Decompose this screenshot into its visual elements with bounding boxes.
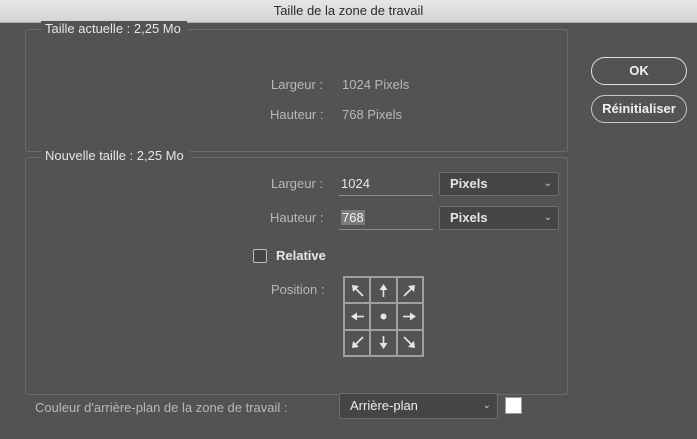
anchor-top-right[interactable]: [396, 277, 423, 304]
anchor-grid[interactable]: [343, 276, 424, 357]
anchor-right[interactable]: [396, 303, 423, 330]
height-unit-value: Pixels: [450, 210, 488, 225]
arrow-right-icon: [403, 312, 417, 321]
arrow-left-icon: [350, 312, 364, 321]
anchor-bottom-right[interactable]: [396, 329, 423, 356]
current-height-label: Hauteur :: [270, 107, 324, 122]
arrow-down-left-icon: [351, 336, 364, 349]
reset-button[interactable]: Réinitialiser: [591, 95, 687, 123]
arrow-up-right-icon: [403, 284, 416, 297]
background-select[interactable]: Arrière-plan ⌄: [339, 393, 498, 419]
anchor-left[interactable]: [344, 303, 371, 330]
height-input-value: 768: [341, 210, 365, 225]
chevron-down-icon: ⌄: [543, 178, 552, 189]
background-color-swatch[interactable]: [505, 397, 522, 414]
chevron-down-icon: ⌄: [543, 212, 552, 223]
anchor-center-dot-icon: [380, 313, 387, 320]
chevron-down-icon: ⌄: [482, 400, 491, 411]
width-unit-value: Pixels: [450, 176, 488, 191]
dialog-body: Taille actuelle : 2,25 Mo Largeur : 1024…: [0, 21, 697, 439]
new-width-label: Largeur :: [271, 176, 324, 191]
background-select-value: Arrière-plan: [350, 398, 418, 413]
current-size-legend: Taille actuelle : 2,25 Mo: [41, 21, 187, 37]
width-unit-select[interactable]: Pixels ⌄: [439, 172, 559, 196]
arrow-down-icon: [379, 336, 388, 350]
width-input-value: 1024: [341, 176, 370, 191]
height-input[interactable]: 768: [339, 206, 433, 230]
anchor-top-left[interactable]: [344, 277, 371, 304]
current-width-label: Largeur :: [271, 77, 324, 92]
new-height-label: Hauteur :: [270, 210, 324, 225]
position-label: Position :: [271, 282, 325, 297]
anchor-top[interactable]: [370, 277, 397, 304]
background-label: Couleur d'arrière-plan de la zone de tra…: [35, 400, 288, 415]
anchor-bottom[interactable]: [370, 329, 397, 356]
relative-label[interactable]: Relative: [276, 248, 326, 264]
arrow-down-right-icon: [403, 336, 416, 349]
new-size-legend: Nouvelle taille : 2,25 Mo: [41, 148, 190, 164]
height-unit-select[interactable]: Pixels ⌄: [439, 206, 559, 230]
anchor-bottom-left[interactable]: [344, 329, 371, 356]
anchor-center[interactable]: [370, 303, 397, 330]
arrow-up-left-icon: [351, 284, 364, 297]
ok-button[interactable]: OK: [591, 57, 687, 85]
current-height-value: 768 Pixels: [342, 107, 402, 122]
width-input[interactable]: 1024: [339, 172, 433, 196]
current-width-value: 1024 Pixels: [342, 77, 410, 92]
window-title: Taille de la zone de travail: [0, 0, 697, 23]
relative-checkbox[interactable]: [253, 249, 267, 263]
arrow-up-icon: [379, 283, 388, 297]
